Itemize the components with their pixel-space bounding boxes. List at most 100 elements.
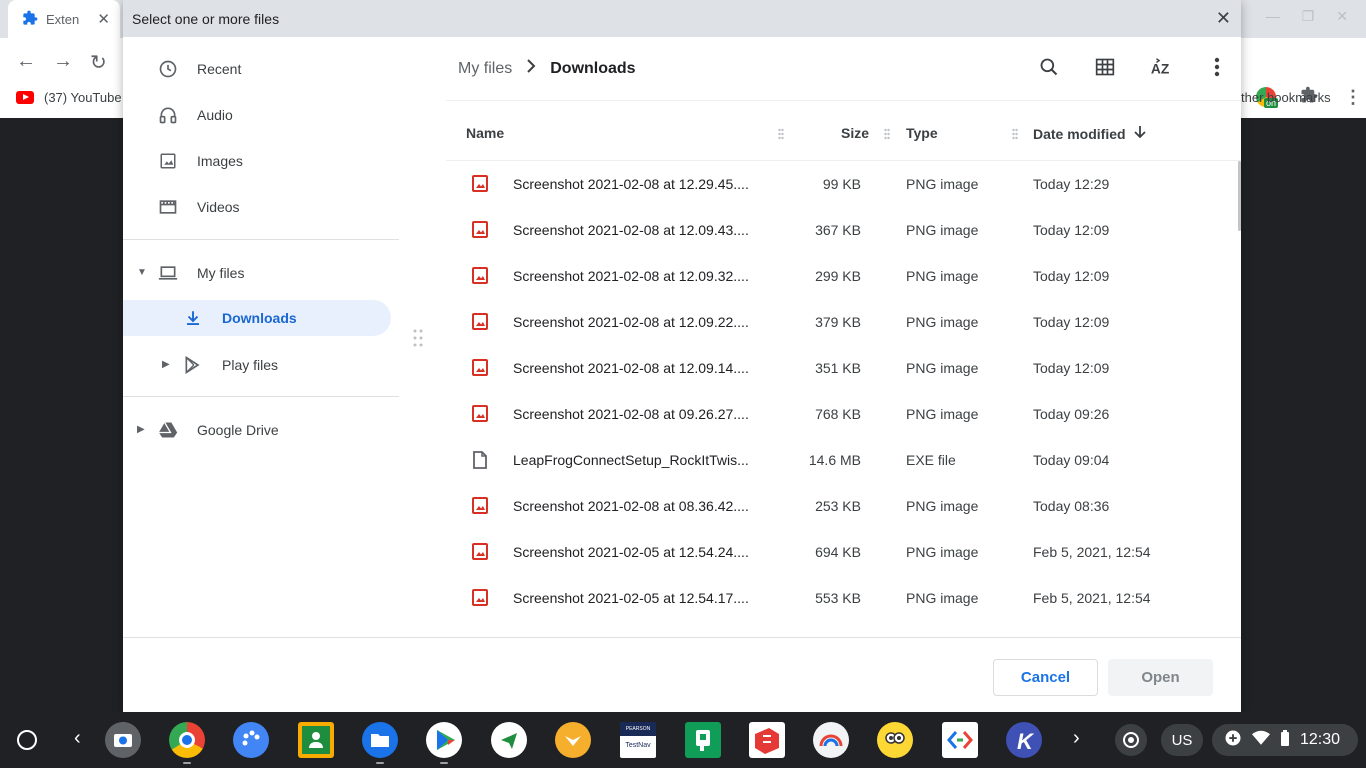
table-row[interactable]: Screenshot 2021-02-08 at 12.09.32.... 299… <box>446 253 1236 299</box>
classroom-app-icon[interactable] <box>298 722 334 758</box>
sidebar-item-audio[interactable]: Audio <box>157 97 233 133</box>
sidebar-item-play-files[interactable]: Play files <box>182 347 278 383</box>
send-app-icon[interactable] <box>491 722 527 758</box>
forward-icon[interactable]: → <box>53 50 73 73</box>
grid-view-icon[interactable] <box>1093 55 1117 79</box>
file-type: PNG image <box>906 590 979 606</box>
column-resize-grip-icon[interactable] <box>884 127 890 140</box>
pear-deck-app-icon[interactable] <box>685 722 721 758</box>
image-file-icon <box>472 267 488 284</box>
file-name: LeapFrogConnectSetup_RockItTwis... <box>513 452 749 468</box>
table-row[interactable]: Screenshot 2021-02-05 at 12.54.24.... 694… <box>446 529 1236 575</box>
stylus-tools-icon[interactable] <box>1115 724 1147 756</box>
dialog-close-icon[interactable]: ✕ <box>1216 8 1231 29</box>
film-icon <box>157 196 179 218</box>
camera-app-icon[interactable] <box>105 722 141 758</box>
chrome-app-icon[interactable] <box>169 722 205 758</box>
file-name: Screenshot 2021-02-08 at 09.26.27.... <box>513 406 749 422</box>
sidebar-divider <box>123 396 399 397</box>
browser-tab[interactable]: Exten ✕ <box>8 0 120 38</box>
file-name: Screenshot 2021-02-08 at 12.29.45.... <box>513 176 749 192</box>
table-row[interactable]: LeapFrogConnectSetup_RockItTwis... 14.6 M… <box>446 437 1236 483</box>
file-picker-dialog: Select one or more files ✕ Recent Audio … <box>123 0 1241 712</box>
sidebar-item-label: Audio <box>197 107 233 123</box>
shelf-scroll-left-icon[interactable]: ‹ <box>74 727 81 750</box>
sidebar-item-videos[interactable]: Videos <box>157 189 240 225</box>
launcher-icon[interactable] <box>17 730 37 750</box>
table-row[interactable]: Screenshot 2021-02-08 at 08.36.42.... 253… <box>446 483 1236 529</box>
file-size: 99 KB <box>822 176 861 192</box>
sort-az-icon[interactable]: AZ <box>1149 55 1173 79</box>
file-type: PNG image <box>906 268 979 284</box>
chevron-right-icon <box>526 59 536 78</box>
file-type: PNG image <box>906 314 979 330</box>
bookmark-youtube-label: (37) YouTube <box>44 90 122 105</box>
column-resize-grip-icon[interactable] <box>778 127 784 140</box>
table-row[interactable]: Screenshot 2021-02-08 at 12.09.22.... 379… <box>446 299 1236 345</box>
files-app-icon[interactable] <box>362 722 398 758</box>
shelf-scroll-right-icon[interactable]: › <box>1073 727 1080 750</box>
image-file-icon <box>472 359 488 376</box>
sidebar-item-recent[interactable]: Recent <box>157 51 241 87</box>
owl-app-icon[interactable] <box>877 722 913 758</box>
column-header-type[interactable]: Type <box>906 125 938 141</box>
ime-indicator[interactable]: US <box>1161 724 1203 756</box>
column-header-size[interactable]: Size <box>841 125 869 141</box>
minimize-icon[interactable]: — <box>1266 8 1280 25</box>
sidebar-item-my-files[interactable]: My files <box>157 255 244 291</box>
sidebar-item-google-drive[interactable]: Google Drive <box>157 412 279 448</box>
column-header-name[interactable]: Name <box>466 125 504 141</box>
status-tray[interactable]: 12:30 <box>1212 724 1358 756</box>
expand-drive-chevron-icon[interactable]: ▶ <box>137 424 145 435</box>
table-row[interactable]: Screenshot 2021-02-08 at 12.29.45.... 99 … <box>446 161 1236 207</box>
image-file-icon <box>472 221 488 238</box>
other-bookmarks[interactable]: ther bookmarks <box>1241 90 1331 105</box>
open-button[interactable]: Open <box>1108 659 1213 696</box>
column-resize-grip-icon[interactable] <box>1012 127 1018 140</box>
file-date: Today 12:09 <box>1033 222 1110 238</box>
dialog-footer: Cancel Open <box>123 637 1241 712</box>
breadcrumb: My files Downloads <box>458 59 636 78</box>
testnav-app-icon[interactable]: PEARSON TestNav <box>620 722 656 758</box>
laptop-icon <box>157 262 179 284</box>
column-header-date[interactable]: Date modified <box>1033 125 1146 142</box>
file-date: Feb 5, 2021, 12:54 <box>1033 590 1151 606</box>
canvas-app-icon[interactable] <box>813 722 849 758</box>
more-options-icon[interactable] <box>1205 55 1229 79</box>
table-row[interactable]: Screenshot 2021-02-08 at 12.09.14.... 351… <box>446 345 1236 391</box>
table-row[interactable]: Screenshot 2021-02-08 at 12.09.43.... 367… <box>446 207 1236 253</box>
code-app-icon[interactable] <box>942 722 978 758</box>
search-icon[interactable] <box>1037 55 1061 79</box>
tab-close-icon[interactable]: ✕ <box>97 10 110 28</box>
sketchup-app-icon[interactable] <box>749 722 785 758</box>
back-icon[interactable]: ← <box>16 50 36 73</box>
maximize-icon[interactable]: ❐ <box>1302 8 1315 25</box>
sidebar-item-images[interactable]: Images <box>157 143 243 179</box>
expand-myfiles-chevron-icon[interactable]: ▼ <box>137 267 147 278</box>
table-row[interactable]: Screenshot 2021-02-08 at 09.26.27.... 768… <box>446 391 1236 437</box>
scrollbar-thumb[interactable] <box>1238 161 1241 231</box>
bookmark-youtube[interactable]: (37) YouTube <box>16 90 122 105</box>
file-name: Screenshot 2021-02-05 at 12.54.24.... <box>513 544 749 560</box>
file-date: Feb 5, 2021, 12:54 <box>1033 544 1151 560</box>
sidebar-item-downloads[interactable]: Downloads <box>123 300 391 336</box>
file-type: PNG image <box>906 360 979 376</box>
play-store-app-icon[interactable] <box>426 722 462 758</box>
sidebar-resize-grip-icon[interactable] <box>413 328 423 348</box>
breadcrumb-downloads: Downloads <box>550 59 636 77</box>
image-file-icon <box>472 497 488 514</box>
file-date: Today 09:26 <box>1033 406 1110 422</box>
cancel-button[interactable]: Cancel <box>993 659 1098 696</box>
expand-playfiles-chevron-icon[interactable]: ▶ <box>162 359 170 370</box>
running-indicator <box>183 762 191 764</box>
puffin-app-icon[interactable] <box>555 722 591 758</box>
close-window-icon[interactable]: ✕ <box>1336 8 1348 25</box>
kami-app-icon[interactable]: K <box>1006 722 1042 758</box>
palette-app-icon[interactable] <box>233 722 269 758</box>
table-row[interactable]: Screenshot 2021-02-05 at 12.54.17.... 553… <box>446 575 1236 621</box>
reload-icon[interactable]: ↻ <box>90 50 107 75</box>
breadcrumb-my-files[interactable]: My files <box>458 60 512 78</box>
file-size: 14.6 MB <box>808 452 861 468</box>
image-file-icon <box>472 589 488 606</box>
file-name: Screenshot 2021-02-08 at 12.09.22.... <box>513 314 749 330</box>
